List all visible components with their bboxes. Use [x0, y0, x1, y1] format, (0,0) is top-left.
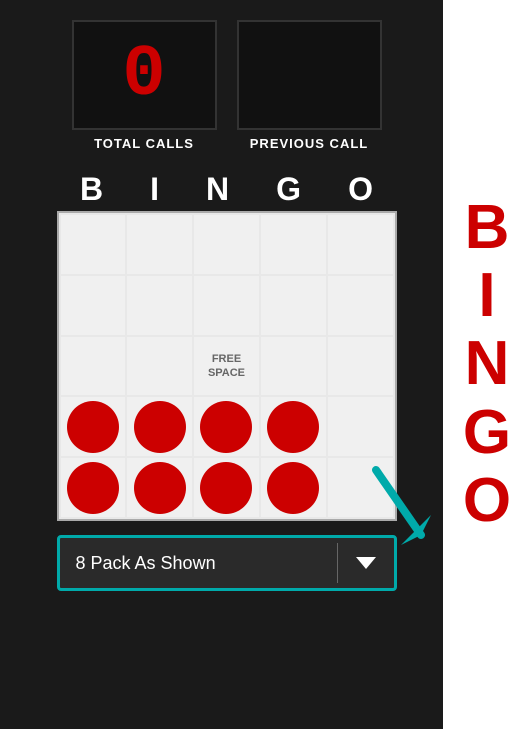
previous-call-screen	[237, 20, 382, 130]
grid-cell-4-4	[328, 458, 393, 517]
marked-circle	[67, 401, 119, 453]
grid-cell-4-2	[194, 458, 259, 517]
side-letter-B: B	[465, 194, 510, 262]
dropdown-selected-label: 8 Pack As Shown	[60, 553, 337, 574]
grid-cell-0-4	[328, 215, 393, 274]
grid-cell-2-2: FREE SPACE	[194, 337, 259, 396]
grid-cell-0-3	[261, 215, 326, 274]
marked-circle	[67, 462, 119, 514]
grid-cell-2-4	[328, 337, 393, 396]
grid-cell-0-0	[61, 215, 126, 274]
previous-call-label: PREVIOUS CALL	[250, 136, 368, 151]
grid-cell-2-1	[127, 337, 192, 396]
pack-dropdown-container[interactable]: 8 Pack As Shown	[57, 535, 397, 591]
letter-G: G	[276, 173, 301, 205]
grid-cell-0-1	[127, 215, 192, 274]
letter-I: I	[150, 173, 159, 205]
bingo-grid: FREE SPACE	[57, 211, 397, 521]
side-letter-I: I	[478, 262, 495, 330]
side-letter-O: O	[463, 467, 511, 535]
grid-cell-3-3	[261, 397, 326, 456]
side-letter-G: G	[463, 399, 511, 467]
marked-circle	[200, 401, 252, 453]
marked-circle	[134, 462, 186, 514]
grid-cell-1-3	[261, 276, 326, 335]
marked-circle	[200, 462, 252, 514]
previous-call-display: PREVIOUS CALL	[237, 20, 382, 151]
letter-B: B	[80, 173, 103, 205]
side-letter-N: N	[465, 330, 510, 398]
grid-cell-3-4	[328, 397, 393, 456]
left-section: 0 TOTAL CALLS PREVIOUS CALL B I N G O	[0, 0, 443, 729]
grid-cell-0-2	[194, 215, 259, 274]
letter-N: N	[206, 173, 229, 205]
grid-cell-4-1	[127, 458, 192, 517]
displays-row: 0 TOTAL CALLS PREVIOUS CALL	[72, 20, 382, 151]
marked-circle	[267, 462, 319, 514]
total-calls-value: 0	[122, 39, 165, 111]
right-bingo-panel: B I N G O	[443, 0, 531, 729]
grid-cell-3-0	[61, 397, 126, 456]
grid-cell-2-0	[61, 337, 126, 396]
total-calls-label: TOTAL CALLS	[94, 136, 194, 151]
bingo-letters-row: B I N G O	[57, 173, 397, 205]
grid-cell-1-0	[61, 276, 126, 335]
letter-O: O	[348, 173, 373, 205]
grid-cell-1-2	[194, 276, 259, 335]
total-calls-screen: 0	[72, 20, 217, 130]
grid-cell-3-2	[194, 397, 259, 456]
grid-cell-3-1	[127, 397, 192, 456]
dropdown-toggle-button[interactable]	[338, 535, 394, 591]
chevron-down-icon	[356, 557, 376, 569]
grid-cell-4-3	[261, 458, 326, 517]
marked-circle	[267, 401, 319, 453]
grid-cell-1-1	[127, 276, 192, 335]
grid-cell-2-3	[261, 337, 326, 396]
grid-cell-4-0	[61, 458, 126, 517]
main-container: 0 TOTAL CALLS PREVIOUS CALL B I N G O	[0, 0, 531, 729]
marked-circle	[134, 401, 186, 453]
total-calls-display: 0 TOTAL CALLS	[72, 20, 217, 151]
free-space-label: FREE SPACE	[194, 352, 259, 381]
grid-cell-1-4	[328, 276, 393, 335]
